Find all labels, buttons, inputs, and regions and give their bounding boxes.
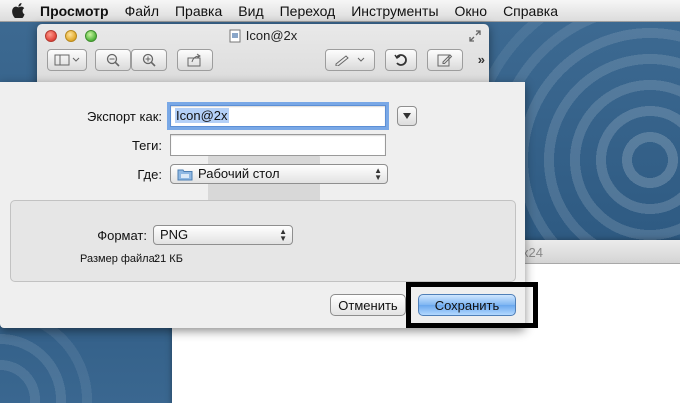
annotate-button[interactable] bbox=[325, 49, 375, 71]
edit-button[interactable] bbox=[427, 49, 463, 71]
rotate-button[interactable] bbox=[385, 49, 417, 71]
window-title-text: Icon@2x bbox=[245, 28, 298, 43]
tags-field[interactable] bbox=[170, 134, 386, 156]
share-icon bbox=[187, 53, 201, 67]
popup-arrows-icon: ▲ ▼ bbox=[279, 227, 287, 243]
menu-bar: Просмотр Файл Правка Вид Переход Инструм… bbox=[0, 0, 680, 22]
zoom-out-button[interactable] bbox=[95, 49, 131, 71]
highlight-annotation-box bbox=[406, 282, 538, 328]
menu-file[interactable]: Файл bbox=[117, 0, 167, 22]
format-value: PNG bbox=[160, 227, 189, 242]
menu-edit[interactable]: Правка bbox=[167, 0, 230, 22]
format-options-box: Формат: PNG ▲ ▼ Размер файла: 21 КБ bbox=[10, 200, 516, 282]
cancel-button[interactable]: Отменить bbox=[330, 294, 406, 316]
menu-app-name[interactable]: Просмотр bbox=[36, 0, 117, 22]
export-as-field[interactable]: Icon@2x bbox=[167, 102, 389, 130]
zoom-in-button[interactable] bbox=[131, 49, 167, 71]
apple-logo-icon[interactable] bbox=[0, 0, 36, 22]
zoom-in-icon bbox=[142, 53, 156, 67]
rotate-icon bbox=[394, 54, 407, 66]
menu-tools[interactable]: Инструменты bbox=[343, 0, 446, 22]
toolbar-overflow-button[interactable]: » bbox=[478, 52, 485, 67]
background-window-title: x24 bbox=[522, 245, 543, 260]
file-size-value: 21 КБ bbox=[154, 253, 183, 265]
fullscreen-icon[interactable] bbox=[468, 29, 482, 43]
menu-view[interactable]: Вид bbox=[230, 0, 271, 22]
zoom-out-icon bbox=[106, 53, 120, 67]
popup-arrows-icon: ▲ ▼ bbox=[374, 166, 382, 182]
where-label: Где: bbox=[137, 167, 162, 182]
menu-go[interactable]: Переход bbox=[272, 0, 344, 22]
export-as-value: Icon@2x bbox=[175, 108, 229, 123]
tags-label: Теги: bbox=[131, 138, 162, 153]
sidebar-toggle-icon bbox=[54, 54, 80, 66]
where-popup[interactable]: Рабочий стол ▲ ▼ bbox=[170, 164, 388, 184]
folder-icon bbox=[177, 169, 193, 180]
format-label: Формат: bbox=[97, 228, 147, 243]
menu-help[interactable]: Справка bbox=[495, 0, 566, 22]
format-popup[interactable]: PNG ▲ ▼ bbox=[153, 225, 293, 245]
document-icon bbox=[229, 29, 241, 42]
edit-icon bbox=[437, 54, 453, 67]
sidebar-toggle-button[interactable] bbox=[47, 49, 87, 71]
window-title: Icon@2x bbox=[37, 28, 489, 43]
expand-dialog-button[interactable] bbox=[397, 106, 417, 126]
file-size-label: Размер файла: bbox=[80, 253, 158, 265]
export-as-label: Экспорт как: bbox=[87, 109, 162, 124]
share-button[interactable] bbox=[177, 49, 213, 71]
where-value: Рабочий стол bbox=[198, 166, 280, 181]
menu-window[interactable]: Окно bbox=[447, 0, 496, 22]
chevron-down-icon bbox=[403, 113, 411, 119]
annotate-icon bbox=[335, 55, 365, 66]
